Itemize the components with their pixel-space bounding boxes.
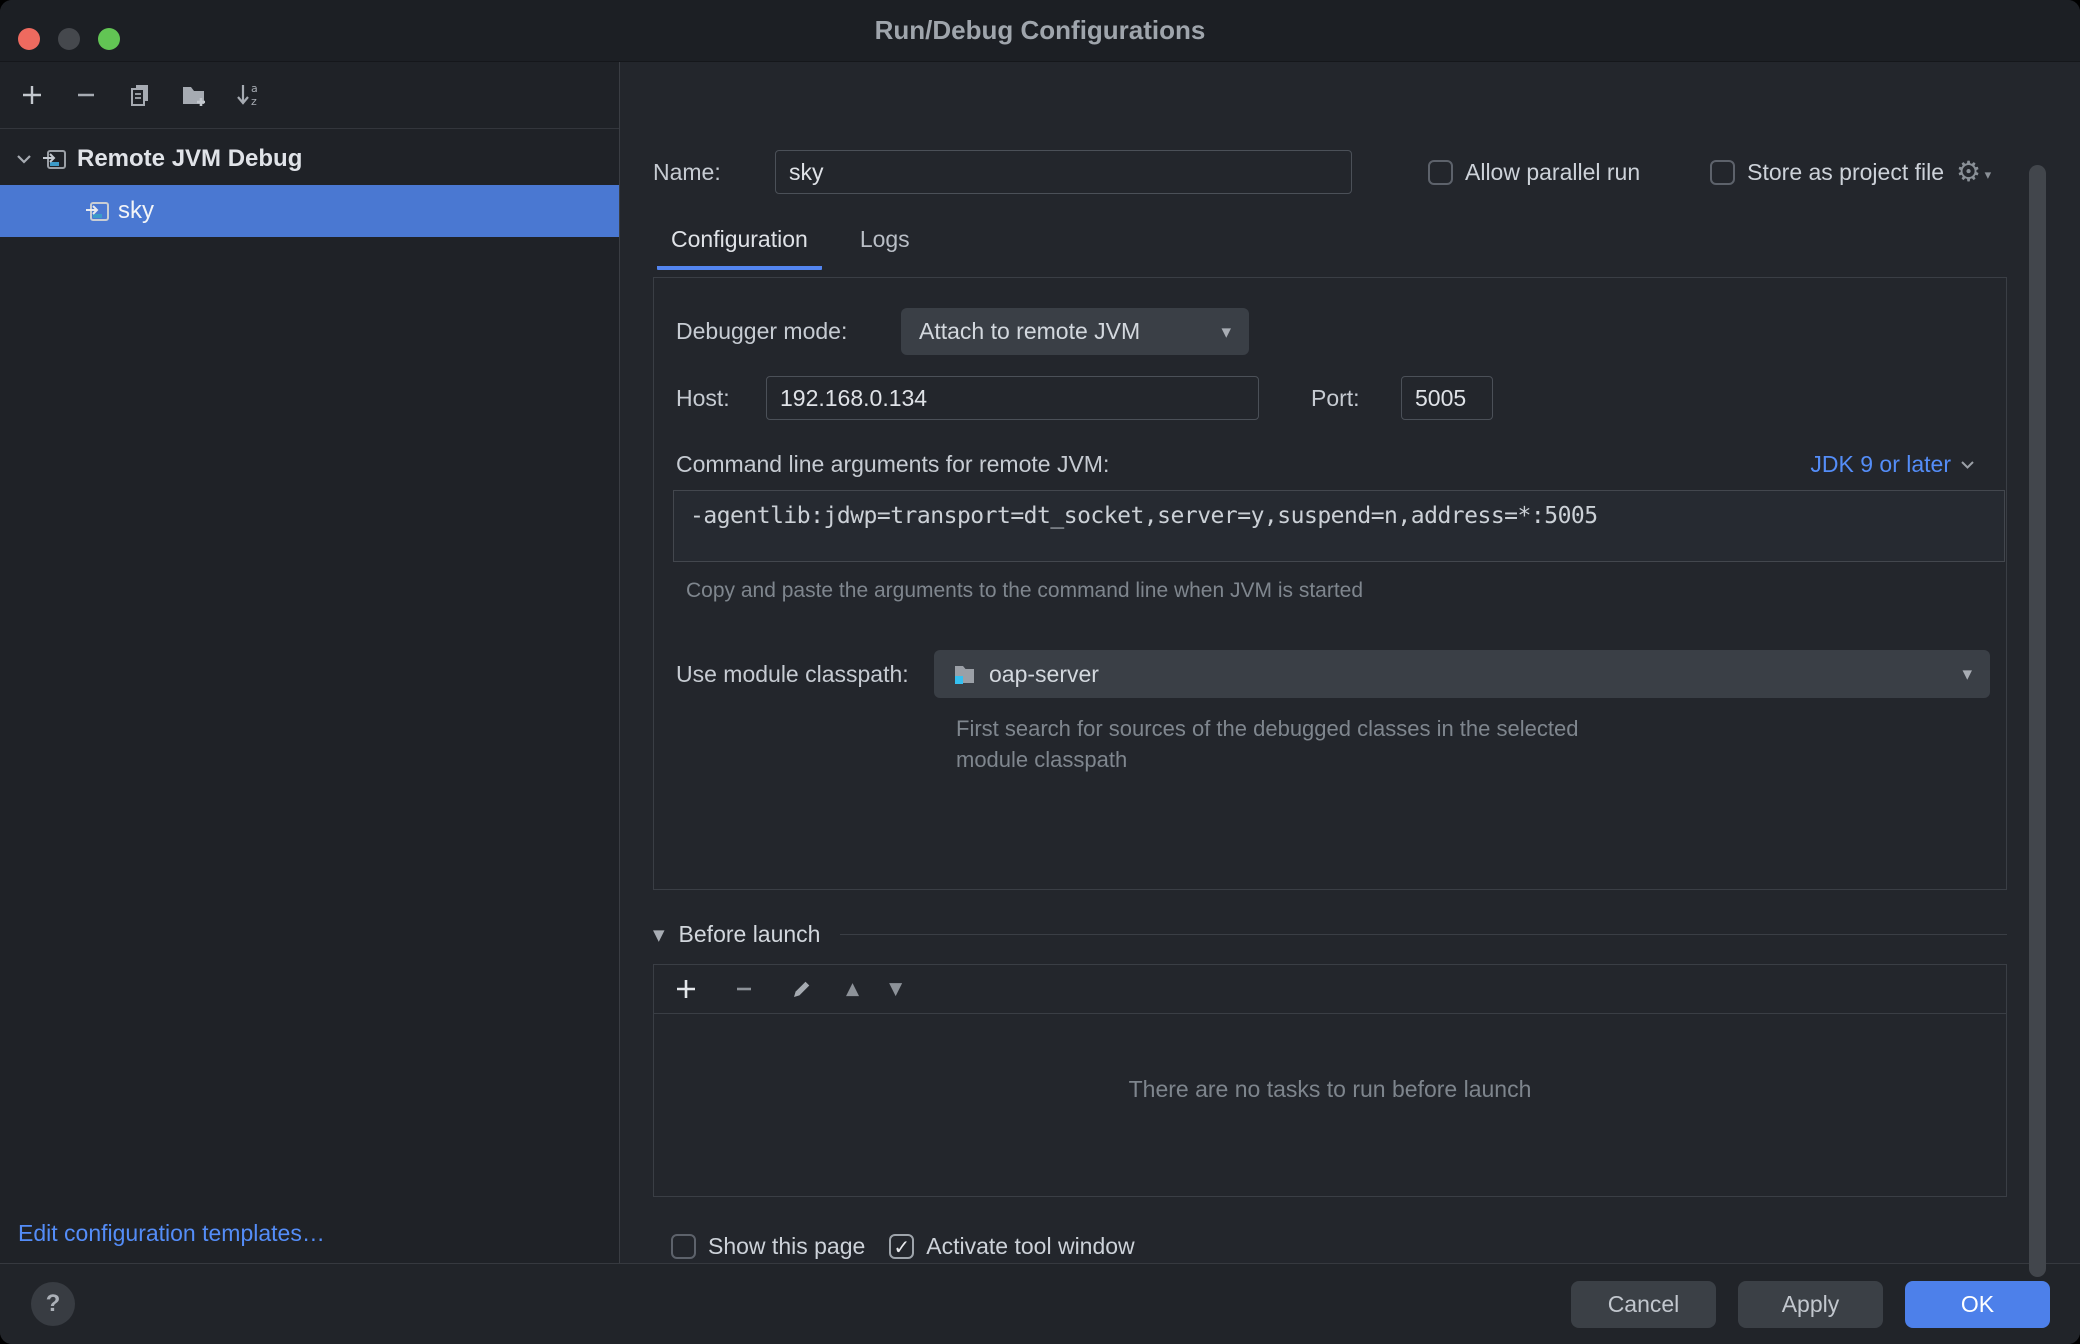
- remove-configuration-icon[interactable]: [72, 81, 100, 109]
- host-input[interactable]: [766, 376, 1259, 420]
- vertical-scrollbar[interactable]: [2029, 165, 2046, 1277]
- tree-group-label: Remote JVM Debug: [77, 145, 302, 173]
- name-input[interactable]: [775, 150, 1352, 194]
- configuration-editor-panel: Name: Allow parallel run Store as projec…: [620, 62, 2080, 1263]
- cmdline-label-row: Command line arguments for remote JVM: J…: [676, 451, 1976, 478]
- allow-parallel-run-label: Allow parallel run: [1465, 159, 1640, 186]
- sort-configurations-icon[interactable]: a z: [234, 81, 262, 109]
- module-classpath-hint: First search for sources of the debugged…: [956, 713, 1976, 775]
- minimize-window-button[interactable]: [58, 28, 80, 50]
- configurations-tree: Remote JVM Debug sky: [0, 129, 619, 237]
- run-debug-configurations-dialog: Run/Debug Configurations: [0, 0, 2080, 1344]
- move-task-down-icon[interactable]: ▼: [889, 979, 902, 999]
- module-classpath-label: Use module classpath:: [676, 661, 934, 688]
- store-as-project-file-checkbox[interactable]: [1710, 160, 1735, 185]
- configurations-sidebar: a z Re: [0, 62, 620, 1263]
- window-controls: [18, 28, 120, 50]
- activate-tool-window-checkbox[interactable]: ✓: [889, 1234, 914, 1259]
- dialog-body: a z Re: [0, 62, 2080, 1263]
- debugger-mode-value: Attach to remote JVM: [919, 318, 1140, 345]
- combo-caret-icon: ▾: [1962, 663, 1972, 685]
- before-launch-box: ▲ ▼ There are no tasks to run before lau…: [653, 964, 2007, 1197]
- tree-group-remote-jvm-debug[interactable]: Remote JVM Debug: [0, 133, 619, 185]
- host-label: Host:: [676, 385, 766, 412]
- show-this-page-checkbox[interactable]: [671, 1234, 696, 1259]
- before-launch-empty-text: There are no tasks to run before launch: [654, 1014, 2006, 1103]
- edit-configuration-templates-link[interactable]: Edit configuration templates…: [0, 1220, 619, 1263]
- before-launch-toolbar: ▲ ▼: [654, 965, 2006, 1014]
- before-launch-header[interactable]: ▼ Before launch: [653, 921, 2007, 948]
- name-label: Name:: [653, 159, 775, 186]
- zoom-window-button[interactable]: [98, 28, 120, 50]
- name-row: Name: Allow parallel run Store as projec…: [653, 150, 2007, 194]
- footer-buttons: Cancel Apply OK: [1571, 1281, 2050, 1328]
- new-folder-icon[interactable]: [180, 81, 208, 109]
- combo-caret-icon: ▾: [1221, 321, 1231, 343]
- cmdline-label: Command line arguments for remote JVM:: [676, 451, 1109, 478]
- store-options-gear-icon[interactable]: ⚙▾: [1956, 158, 1981, 186]
- chevron-down-icon[interactable]: [14, 149, 34, 169]
- collapse-triangle-icon[interactable]: ▼: [653, 926, 665, 944]
- remote-jvm-debug-icon: [85, 198, 112, 225]
- module-icon: [952, 662, 977, 686]
- before-launch-title: Before launch: [679, 921, 821, 948]
- page-options-row: Show this page ✓ Activate tool window: [671, 1233, 2007, 1260]
- svg-text:z: z: [251, 95, 257, 108]
- apply-button[interactable]: Apply: [1738, 1281, 1883, 1328]
- tree-item-sky[interactable]: sky: [0, 185, 619, 237]
- chevron-down-icon: [1959, 456, 1976, 473]
- module-classpath-row: Use module classpath: oap-server ▾: [676, 650, 1976, 698]
- allow-parallel-run-checkbox[interactable]: [1428, 160, 1453, 185]
- configuration-group-box: Debugger mode: Attach to remote JVM ▾ Ho…: [653, 277, 2007, 890]
- sidebar-toolbar: a z: [0, 62, 619, 129]
- module-classpath-select[interactable]: oap-server ▾: [934, 650, 1990, 698]
- move-task-up-icon[interactable]: ▲: [846, 979, 859, 999]
- activate-tool-window-label: Activate tool window: [926, 1233, 1134, 1260]
- cmdline-hint: Copy and paste the arguments to the comm…: [686, 579, 1976, 603]
- dialog-title: Run/Debug Configurations: [875, 15, 1206, 46]
- close-window-button[interactable]: [18, 28, 40, 50]
- title-bar: Run/Debug Configurations: [0, 0, 2080, 62]
- remove-task-icon[interactable]: [730, 975, 758, 1003]
- cancel-button[interactable]: Cancel: [1571, 1281, 1716, 1328]
- cmdline-arguments-field[interactable]: -agentlib:jdwp=transport=dt_socket,serve…: [673, 490, 2005, 562]
- before-launch-divider: [840, 934, 2007, 935]
- tree-item-label: sky: [118, 197, 154, 225]
- gear-dropdown-caret-icon: ▾: [1985, 162, 1992, 190]
- copy-configuration-icon[interactable]: [126, 81, 154, 109]
- jdk-version-value: JDK 9 or later: [1810, 451, 1951, 478]
- port-label: Port:: [1311, 385, 1401, 412]
- ok-button[interactable]: OK: [1905, 1281, 2050, 1328]
- tab-logs[interactable]: Logs: [846, 226, 924, 270]
- sidebar-spacer: [0, 237, 619, 1220]
- host-port-row: Host: Port:: [676, 376, 1976, 420]
- show-this-page-label: Show this page: [708, 1233, 865, 1260]
- debugger-mode-row: Debugger mode: Attach to remote JVM ▾: [676, 308, 1976, 355]
- add-configuration-icon[interactable]: [18, 81, 46, 109]
- configuration-tabs: Configuration Logs: [653, 226, 2007, 270]
- module-classpath-value: oap-server: [989, 661, 1099, 688]
- svg-text:a: a: [251, 82, 258, 95]
- port-input[interactable]: [1401, 376, 1493, 420]
- debugger-mode-select[interactable]: Attach to remote JVM ▾: [901, 308, 1249, 355]
- debugger-mode-label: Debugger mode:: [676, 318, 901, 345]
- dialog-footer: ? Cancel Apply OK: [0, 1263, 2080, 1344]
- tab-configuration[interactable]: Configuration: [657, 226, 822, 270]
- edit-task-icon[interactable]: [788, 975, 816, 1003]
- help-button[interactable]: ?: [31, 1282, 75, 1326]
- store-as-project-file-label: Store as project file: [1747, 159, 1944, 186]
- remote-jvm-debug-icon: [42, 146, 69, 173]
- add-task-icon[interactable]: [672, 975, 700, 1003]
- jdk-version-select[interactable]: JDK 9 or later: [1810, 451, 1976, 478]
